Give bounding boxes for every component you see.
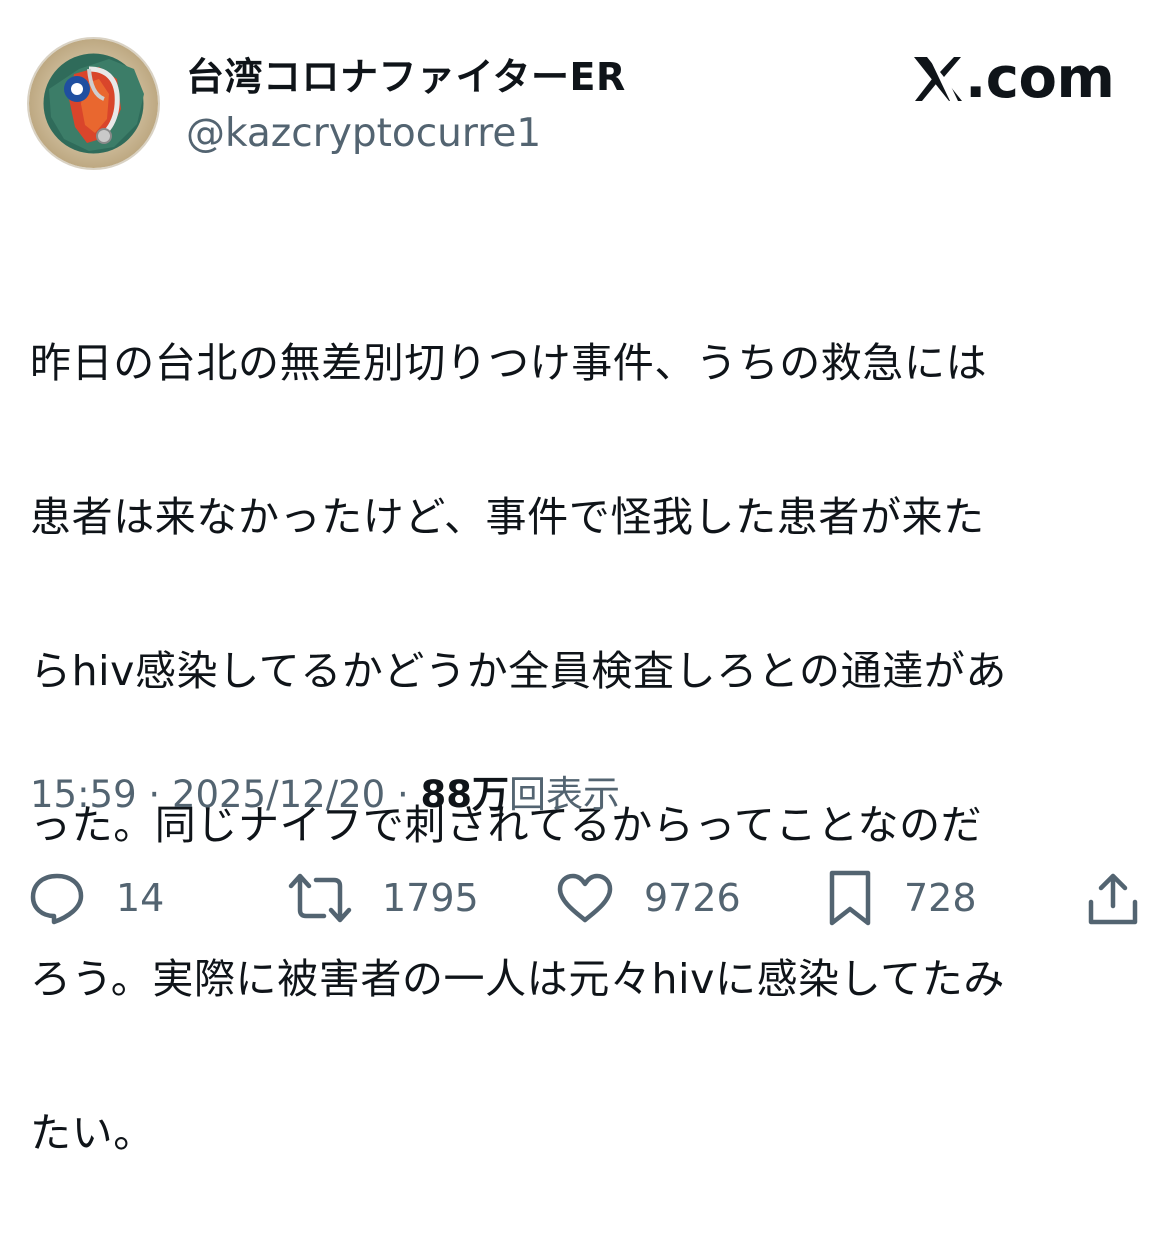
like-button[interactable]: 9726 [556,868,741,928]
views-label: 回表示 [509,773,620,816]
x-logo-icon [914,57,962,101]
tweet-line: ろう。実際に被害者の一人は元々hivに感染してたみ [30,955,1005,1003]
share-icon [1088,873,1138,925]
bookmark-count: 728 [904,876,977,920]
like-count: 9726 [644,876,741,920]
author-handle[interactable]: @kazcryptocurre1 [186,110,541,158]
brand-label: com [985,46,1115,111]
share-button[interactable] [1087,868,1139,928]
repost-icon [288,873,352,923]
tweet-line: 昨日の台北の無差別切りつけ事件、うちの救急には [30,339,988,387]
post-date[interactable]: 2025/12/20 [172,773,385,816]
taiwan-stethoscope-avatar-icon [29,39,158,168]
meta-separator: · [148,773,161,816]
repost-count: 1795 [382,876,479,920]
bookmark-icon [829,870,871,926]
reply-icon [30,873,84,925]
bookmark-button[interactable]: 728 [826,868,977,928]
post-time[interactable]: 15:59 [30,773,137,816]
repost-button[interactable]: 1795 [288,868,479,928]
x-com-brand: . com [913,44,1115,114]
tweet-meta: 15:59 · 2025/12/20 · 88万回表示 [30,770,620,820]
author-display-name[interactable]: 台湾コロナファイターER [186,52,626,102]
tweet-line: らhiv感染してるかどうか全員検査しろとの通達があ [30,647,1007,695]
meta-separator: · [396,773,409,816]
tweet-text: 昨日の台北の無差別切りつけ事件、うちの救急には 患者は来なかったけど、事件で怪我… [30,248,1145,1249]
reply-count: 14 [116,876,165,920]
tweet-line: 患者は来なかったけど、事件で怪我した患者が来た [30,493,985,541]
tweet-line: たい。 [30,1109,155,1157]
reply-button[interactable]: 14 [28,868,164,928]
views-count: 88万 [420,773,510,816]
avatar[interactable] [27,37,160,170]
heart-icon [557,873,613,923]
